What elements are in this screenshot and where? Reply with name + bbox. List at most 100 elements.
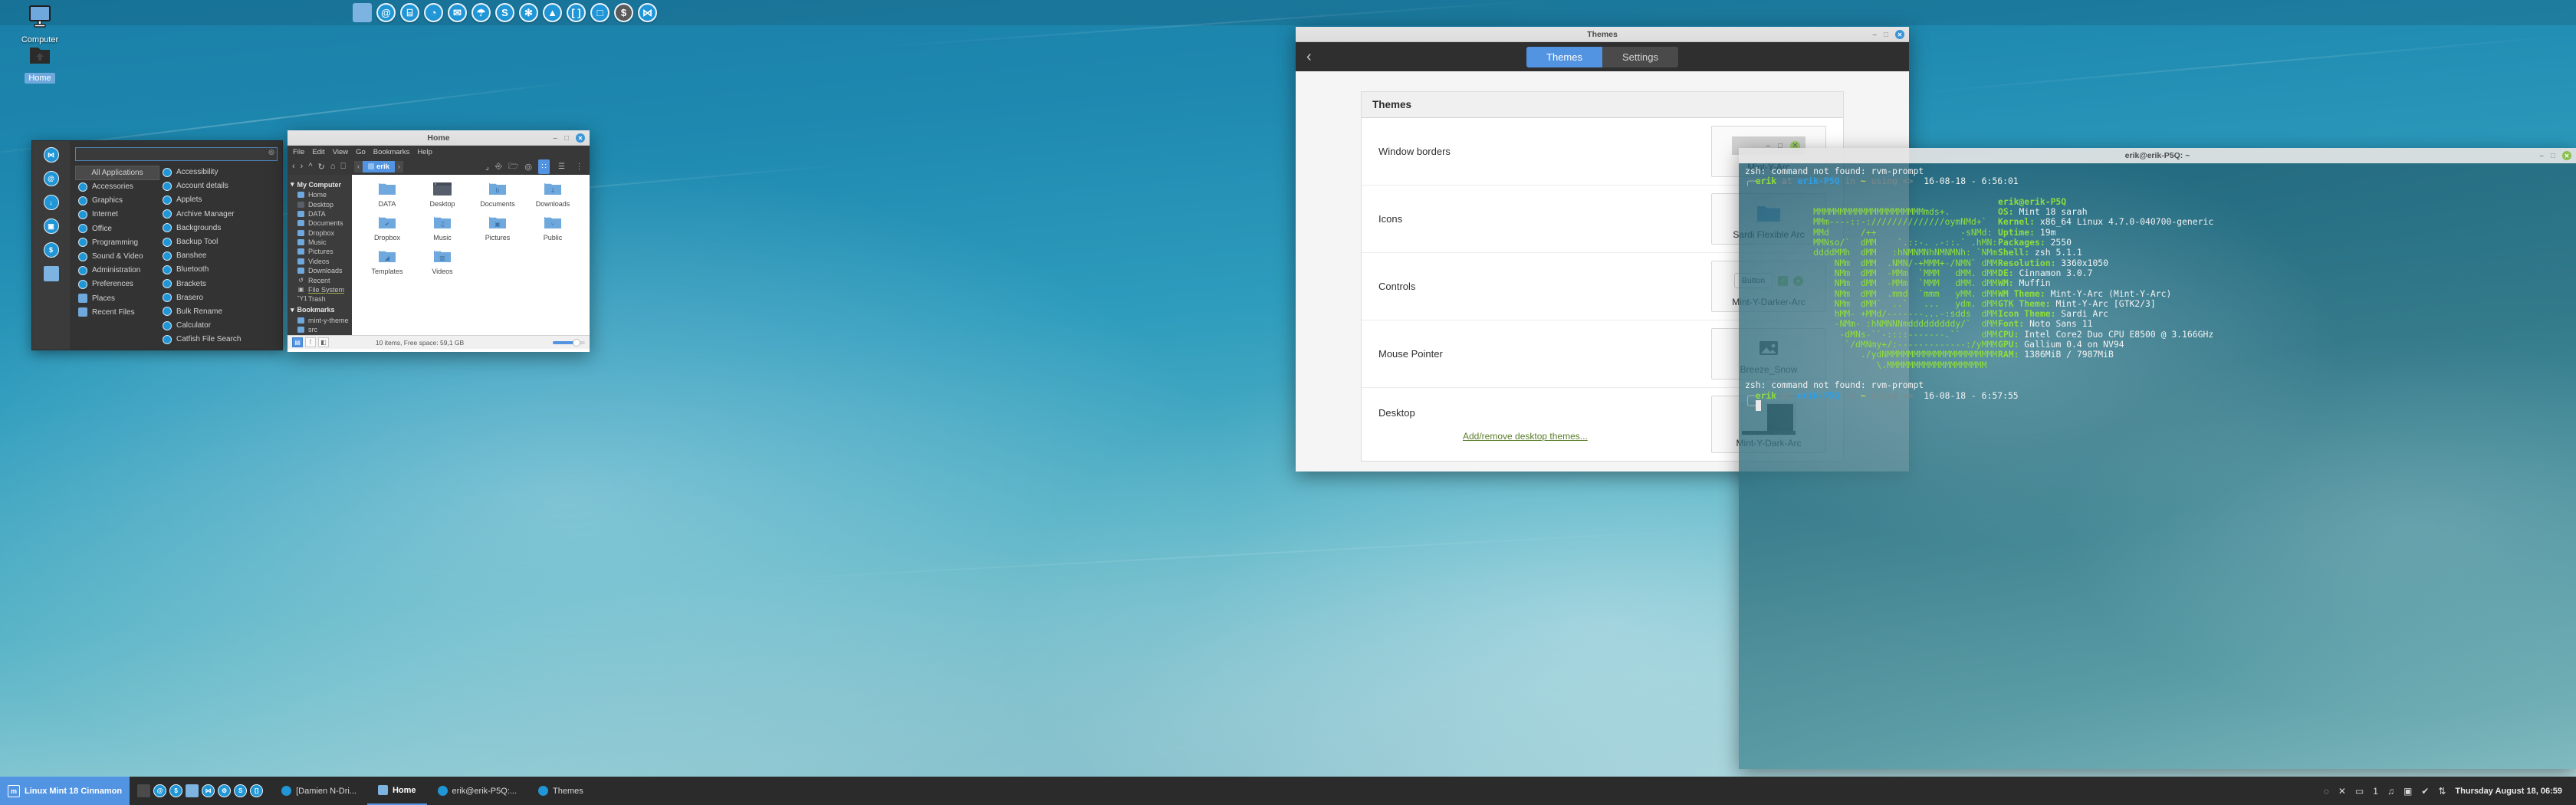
menu-button[interactable]: m Linux Mint 18 Cinnamon: [0, 777, 130, 805]
menu-view[interactable]: View: [333, 148, 348, 156]
compact-view-button[interactable]: ⋮: [573, 159, 585, 174]
file-item[interactable]: ◢ Templates: [360, 248, 415, 275]
back-chevron-icon[interactable]: ‹: [1306, 48, 1312, 66]
clock[interactable]: Thursday August 18, 06:59: [2455, 787, 2562, 796]
terminal-cursor-line[interactable]: ╰─: [1739, 401, 2576, 411]
breadcrumb-next[interactable]: ›: [395, 161, 403, 172]
music-icon[interactable]: ♫: [2387, 786, 2394, 797]
menu-app-bulk-rename[interactable]: Bulk Rename: [159, 304, 278, 318]
tab-settings[interactable]: Settings: [1602, 47, 1678, 67]
menu-app-archive-manager[interactable]: Archive Manager: [159, 207, 278, 221]
close-button[interactable]: ✕: [576, 133, 585, 143]
icon-view-button[interactable]: ∷: [538, 159, 550, 174]
screenshot-launcher[interactable]: □: [590, 3, 610, 22]
sidebar-item-file-system[interactable]: ▣ File System: [288, 285, 352, 294]
taskbar-item[interactable]: erik@erik-P5Q:...: [427, 777, 528, 805]
bowtie-task-launcher[interactable]: ⋈: [202, 784, 215, 797]
minimize-button[interactable]: –: [2539, 152, 2544, 160]
sync-icon[interactable]: ◌: [2324, 786, 2329, 797]
menu-app-brackets[interactable]: Brackets: [159, 277, 278, 291]
file-item[interactable]: Desktop: [415, 181, 470, 208]
menu-bookmarks[interactable]: Bookmarks: [373, 148, 410, 156]
file-item[interactable]: ⑂ Public: [525, 215, 580, 242]
screenshot-tray-icon[interactable]: ▣: [2404, 786, 2412, 797]
terminal-task-launcher[interactable]: $: [169, 784, 182, 797]
sidebar-item-home[interactable]: Home: [288, 190, 352, 199]
taskbar-item[interactable]: Home: [367, 777, 427, 805]
menu-file[interactable]: File: [293, 148, 304, 156]
file-item[interactable]: ▥ Videos: [415, 248, 470, 275]
desktop-icon-home[interactable]: Home: [5, 43, 75, 84]
terminal-launcher[interactable]: $: [614, 3, 633, 22]
settings-task-launcher[interactable]: ⚙: [218, 784, 231, 797]
list-view-button[interactable]: ☰: [556, 159, 567, 174]
thunderbird-launcher[interactable]: ✉: [448, 3, 467, 22]
menu-app-brasero[interactable]: Brasero: [159, 291, 278, 304]
pane-toggle-button[interactable]: ◧: [318, 337, 329, 347]
maximize-button[interactable]: □: [2551, 152, 2555, 160]
skype-launcher[interactable]: S: [495, 3, 514, 22]
file-item[interactable]: ▣ Pictures: [470, 215, 525, 242]
menu-category-all-applications[interactable]: All Applications: [75, 166, 159, 180]
new-folder-icon[interactable]: 🗁: [508, 159, 519, 174]
file-item[interactable]: DATA: [360, 181, 415, 208]
menu-category-accessories[interactable]: Accessories: [75, 180, 159, 194]
close-button[interactable]: ✕: [2562, 151, 2571, 160]
screenshot-fav[interactable]: ▣: [44, 219, 59, 234]
menu-category-places[interactable]: Places: [75, 291, 159, 305]
firefox-launcher[interactable]: @: [376, 3, 396, 22]
file-item[interactable]: ↓ Downloads: [525, 181, 580, 208]
menu-category-internet[interactable]: Internet: [75, 208, 159, 222]
pinwheel-launcher[interactable]: ✻: [519, 3, 538, 22]
sidebar-item-recent[interactable]: ↺ Recent: [288, 275, 352, 284]
menu-app-banshee[interactable]: Banshee: [159, 249, 278, 263]
menu-app-accessibility[interactable]: Accessibility: [159, 166, 278, 179]
add-remove-desktop-themes-link[interactable]: Add/remove desktop themes...: [1463, 431, 1588, 442]
computer-icon[interactable]: ⎕: [340, 162, 346, 172]
menu-app-account-details[interactable]: Account details: [159, 179, 278, 193]
firefox-fav[interactable]: @: [44, 171, 59, 186]
show-desktop-button[interactable]: [137, 784, 150, 797]
menu-category-recent-files[interactable]: Recent Files: [75, 305, 159, 319]
close-icon[interactable]: ✕: [2338, 786, 2346, 797]
sidebar-item-data[interactable]: DATA: [288, 209, 352, 219]
zoom-slider[interactable]: [553, 341, 585, 344]
home-icon[interactable]: ⌂: [330, 162, 336, 171]
menu-category-sound-video[interactable]: Sound & Video: [75, 249, 159, 263]
maximize-button[interactable]: □: [564, 134, 569, 143]
files-launcher[interactable]: [353, 3, 372, 22]
menu-category-graphics[interactable]: Graphics: [75, 194, 159, 208]
back-icon[interactable]: ‹: [292, 162, 295, 171]
show-hidden-icon[interactable]: ⌟: [485, 162, 489, 172]
sidebar-item-dropbox[interactable]: Dropbox: [288, 228, 352, 238]
menu-go[interactable]: Go: [356, 148, 366, 156]
menu-app-bluetooth[interactable]: Bluetooth: [159, 263, 278, 277]
sidebar-item-documents[interactable]: Documents: [288, 219, 352, 228]
sidebar-item-videos[interactable]: Videos: [288, 257, 352, 266]
firefox-task-launcher[interactable]: @: [153, 784, 166, 797]
breadcrumb-current[interactable]: erik: [363, 161, 395, 172]
clear-search-icon[interactable]: ◎: [268, 148, 274, 156]
maximize-button[interactable]: □: [1884, 31, 1888, 39]
close-button[interactable]: ✕: [1895, 30, 1904, 39]
menu-edit[interactable]: Edit: [312, 148, 324, 156]
skype-task-launcher[interactable]: S: [234, 784, 247, 797]
messages-icon[interactable]: ▭: [2355, 786, 2364, 797]
icon-toggle-button[interactable]: ▤: [292, 337, 303, 347]
terminal-output[interactable]: zsh: command not found: rvm-prompt ╭─erik…: [1739, 163, 2576, 769]
menu-category-office[interactable]: Office: [75, 222, 159, 235]
menu-app-applets[interactable]: Applets: [159, 193, 278, 207]
file-item[interactable]: ✔ Dropbox: [360, 215, 415, 242]
sidebar-item-src[interactable]: src: [288, 325, 352, 334]
menu-category-programming[interactable]: Programming: [75, 235, 159, 249]
zoom-slider-knob[interactable]: [573, 339, 580, 347]
inkscape-launcher[interactable]: ☂: [472, 3, 491, 22]
sidebar-item-trash[interactable]: Ὕ1 Trash: [288, 294, 352, 304]
menu-category-administration[interactable]: Administration: [75, 264, 159, 278]
network-icon[interactable]: ⇅: [2438, 786, 2446, 797]
wifi-launcher[interactable]: ◔: [424, 3, 443, 22]
file-manager-icon-view[interactable]: DATA Desktop ὜b Documents ↓ Downloads ✔ Dropbox…: [352, 175, 590, 335]
shield-icon[interactable]: ✔: [2421, 786, 2429, 797]
messages-count[interactable]: 1: [2373, 786, 2378, 797]
menu-app-calculator[interactable]: Calculator: [159, 319, 278, 333]
